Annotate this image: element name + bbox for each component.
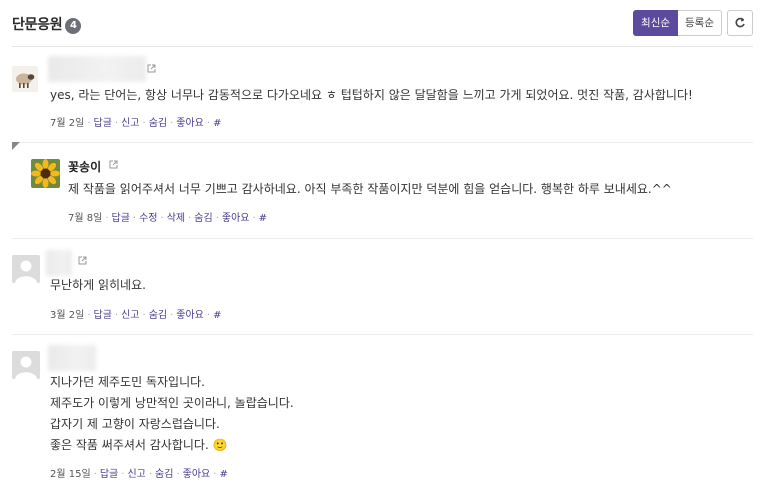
hide-link[interactable]: 숨김: [194, 209, 212, 224]
meta-separator: ·: [148, 469, 153, 480]
like-link[interactable]: 좋아요: [176, 114, 204, 129]
avatar: [31, 159, 60, 188]
sheep-avatar-icon: [12, 66, 38, 92]
default-avatar-icon: [12, 351, 40, 379]
reply-link[interactable]: 답글: [94, 306, 112, 321]
hide-link[interactable]: 숨김: [149, 114, 167, 129]
report-link[interactable]: 신고: [121, 114, 139, 129]
meta-separator: ·: [87, 118, 91, 129]
sort-registered-button[interactable]: 등록순: [678, 10, 722, 36]
meta-separator: ·: [170, 118, 174, 129]
delete-link[interactable]: 삭제: [167, 209, 185, 224]
like-link[interactable]: 좋아요: [222, 209, 250, 224]
avatar: [12, 66, 38, 92]
hide-link[interactable]: 숨김: [149, 306, 167, 321]
meta-separator: ·: [160, 213, 164, 224]
like-link[interactable]: 좋아요: [183, 465, 211, 480]
meta-separator: ·: [114, 118, 119, 129]
report-link[interactable]: 신고: [121, 306, 139, 321]
hide-link[interactable]: 숨김: [155, 465, 173, 480]
comment-meta: 3월 2일 · 답글 · 신고 · 숨김 · 좋아요 · #: [50, 306, 221, 321]
avatar: [12, 255, 40, 283]
comment-divider: [12, 334, 753, 335]
comment-line: yes, 라는 단어는, 항상 너무나 감동적으로 다가오네요 ㅎ 텁텁하지 않…: [50, 88, 693, 102]
comment-date: 7월 8일: [68, 213, 103, 224]
comment-divider: [12, 142, 753, 143]
comment-meta: 2월 15일 · 답글 · 신고 · 숨김 · 좋아요 · #: [50, 465, 228, 480]
meta-separator: ·: [142, 118, 146, 129]
comment-meta: 7월 8일 · 답글 · 수정 · 삭제 · 숨김 · 좋아요 · #: [68, 209, 267, 224]
meta-separator: ·: [87, 310, 91, 321]
comment-date: 2월 15일: [50, 469, 91, 480]
permalink[interactable]: #: [219, 469, 227, 480]
meta-separator: ·: [170, 310, 174, 321]
comment-line: 제주도가 이렇게 낭만적인 곳이라니, 놀랍습니다.: [50, 396, 294, 410]
section-title: 단문응원 4: [12, 14, 82, 34]
meta-separator: ·: [105, 213, 109, 224]
refresh-button[interactable]: [727, 10, 753, 36]
meta-separator: ·: [132, 213, 137, 224]
header-divider: [12, 46, 753, 47]
meta-separator: ·: [215, 213, 219, 224]
permalink[interactable]: #: [213, 310, 221, 321]
edit-link[interactable]: 수정: [139, 209, 157, 224]
external-link-icon[interactable]: [109, 160, 118, 169]
permalink[interactable]: #: [259, 213, 267, 224]
meta-separator: ·: [206, 310, 211, 321]
meta-separator: ·: [176, 469, 180, 480]
reply-link[interactable]: 답글: [100, 465, 118, 480]
comment-meta: 7월 2일 · 답글 · 신고 · 숨김 · 좋아요 · #: [50, 114, 221, 129]
author-name-blurred[interactable]: [46, 250, 72, 276]
comment-date: 3월 2일: [50, 310, 85, 321]
meta-separator: ·: [142, 310, 146, 321]
avatar: [12, 351, 40, 379]
sort-controls: 최신순 등록순: [633, 10, 753, 36]
meta-separator: ·: [93, 469, 97, 480]
comment-body: 무난하게 읽히네요.: [50, 275, 146, 296]
sort-latest-button[interactable]: 최신순: [633, 10, 679, 36]
comment-line: 지나가던 제주도민 독자입니다.: [50, 375, 205, 389]
comments-header: 단문응원 4 최신순 등록순: [12, 10, 753, 38]
sunflower-avatar-icon: [31, 159, 60, 188]
report-link[interactable]: 신고: [127, 465, 145, 480]
author-name-blurred[interactable]: [48, 56, 146, 82]
comment-line: 좋은 작품 써주셔서 감사합니다. 🙂: [50, 438, 228, 452]
reply-link[interactable]: 답글: [94, 114, 112, 129]
comment-body: yes, 라는 단어는, 항상 너무나 감동적으로 다가오네요 ㅎ 텁텁하지 않…: [50, 85, 693, 106]
meta-separator: ·: [114, 310, 119, 321]
permalink[interactable]: #: [213, 118, 221, 129]
reply-indicator: [12, 142, 20, 150]
meta-separator: ·: [188, 213, 192, 224]
author-name-blurred[interactable]: [48, 345, 96, 371]
author-name[interactable]: 꽃송이: [68, 158, 101, 175]
comment-line: 갑자기 제 고향이 자랑스럽습니다.: [50, 417, 220, 431]
meta-separator: ·: [213, 469, 217, 480]
comment-divider: [12, 238, 753, 239]
section-title-text: 단문응원: [12, 17, 63, 33]
like-link[interactable]: 좋아요: [176, 306, 204, 321]
meta-separator: ·: [121, 469, 125, 480]
refresh-icon: [735, 17, 745, 28]
default-avatar-icon: [12, 255, 40, 283]
comment-line: 무난하게 읽히네요.: [50, 278, 146, 292]
comment-body: 제 작품을 읽어주셔서 너무 기쁘고 감사하네요. 아직 부족한 작품이지만 덕…: [68, 179, 672, 200]
comment-count-badge: 4: [65, 18, 82, 34]
comment-line: 제 작품을 읽어주셔서 너무 기쁘고 감사하네요. 아직 부족한 작품이지만 덕…: [68, 182, 672, 196]
meta-separator: ·: [206, 118, 211, 129]
external-link-icon[interactable]: [147, 64, 156, 73]
comment-body: 지나가던 제주도민 독자입니다. 제주도가 이렇게 낭만적인 곳이라니, 놀랍습…: [50, 372, 294, 456]
meta-separator: ·: [252, 213, 256, 224]
reply-link[interactable]: 답글: [112, 209, 130, 224]
comment-date: 7월 2일: [50, 118, 85, 129]
external-link-icon[interactable]: [78, 256, 87, 265]
